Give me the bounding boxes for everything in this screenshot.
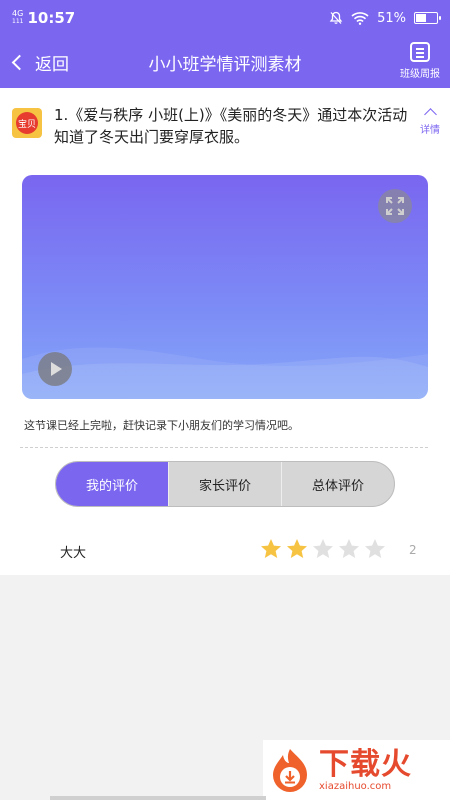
dashed-divider bbox=[20, 447, 428, 448]
network-indicator: 4G 111 bbox=[12, 9, 24, 26]
watermark-title: 下载火 bbox=[319, 746, 412, 782]
nav-bar: 返回 小小班学情评测素材 班级周报 bbox=[0, 36, 450, 88]
detail-toggle[interactable]: 详情 bbox=[420, 108, 440, 136]
content-card: 宝贝 1.《爱与秩序 小班(上)》《美丽的冬天》通过本次活动知道了冬天出门要穿厚… bbox=[0, 88, 450, 575]
student-name: 大大 bbox=[60, 546, 87, 561]
star-rating bbox=[259, 537, 387, 561]
rating-row: 大大 2 bbox=[0, 528, 450, 568]
lesson-finished-notice: 这节课已经上完啦，赶快记录下小朋友们的学习情况吧。 bbox=[24, 419, 299, 432]
tab-overall-evaluation[interactable]: 总体评价 bbox=[282, 462, 394, 506]
star-filled-icon[interactable] bbox=[285, 537, 309, 561]
evaluation-tabs: 我的评价 家长评价 总体评价 bbox=[55, 461, 395, 507]
video-player[interactable] bbox=[22, 175, 428, 399]
fullscreen-icon bbox=[386, 197, 404, 215]
battery-icon bbox=[414, 12, 441, 24]
flame-logo-icon bbox=[273, 749, 307, 792]
battery-percent: 51% bbox=[377, 10, 406, 26]
lesson-thumbnail: 宝贝 bbox=[12, 108, 42, 138]
tab-parent-evaluation[interactable]: 家长评价 bbox=[169, 462, 282, 506]
fullscreen-button[interactable] bbox=[378, 189, 412, 223]
back-label: 返回 bbox=[35, 54, 69, 75]
back-button[interactable]: 返回 bbox=[0, 50, 69, 75]
lesson-description: 1.《爱与秩序 小班(上)》《美丽的冬天》通过本次活动知道了冬天出门要穿厚衣服。 bbox=[54, 106, 408, 146]
star-filled-icon[interactable] bbox=[259, 537, 283, 561]
site-watermark: 下载火 xiazaihuo.com bbox=[263, 740, 450, 800]
star-empty-icon[interactable] bbox=[311, 537, 335, 561]
star-empty-icon[interactable] bbox=[363, 537, 387, 561]
rating-score: 2 bbox=[409, 543, 417, 557]
thumbnail-logo: 宝贝 bbox=[16, 112, 38, 134]
status-time: 10:57 bbox=[27, 9, 76, 27]
weekly-report-label: 班级周报 bbox=[400, 69, 440, 80]
star-empty-icon[interactable] bbox=[337, 537, 361, 561]
play-button[interactable] bbox=[38, 352, 72, 386]
chevron-up-icon bbox=[423, 108, 437, 121]
wifi-icon bbox=[351, 12, 369, 25]
detail-label: 详情 bbox=[420, 125, 440, 136]
class-weekly-report-button[interactable]: 班级周报 bbox=[400, 42, 440, 80]
tab-my-evaluation[interactable]: 我的评价 bbox=[56, 462, 169, 506]
watermark-url: xiazaihuo.com bbox=[319, 780, 392, 792]
chevron-left-icon bbox=[11, 54, 28, 70]
status-bar: 4G 111 10:57 51% bbox=[0, 0, 450, 36]
video-wave-decoration bbox=[22, 347, 428, 399]
bottom-strip bbox=[50, 796, 266, 800]
mute-bell-icon bbox=[329, 11, 343, 24]
report-list-icon bbox=[410, 42, 430, 62]
